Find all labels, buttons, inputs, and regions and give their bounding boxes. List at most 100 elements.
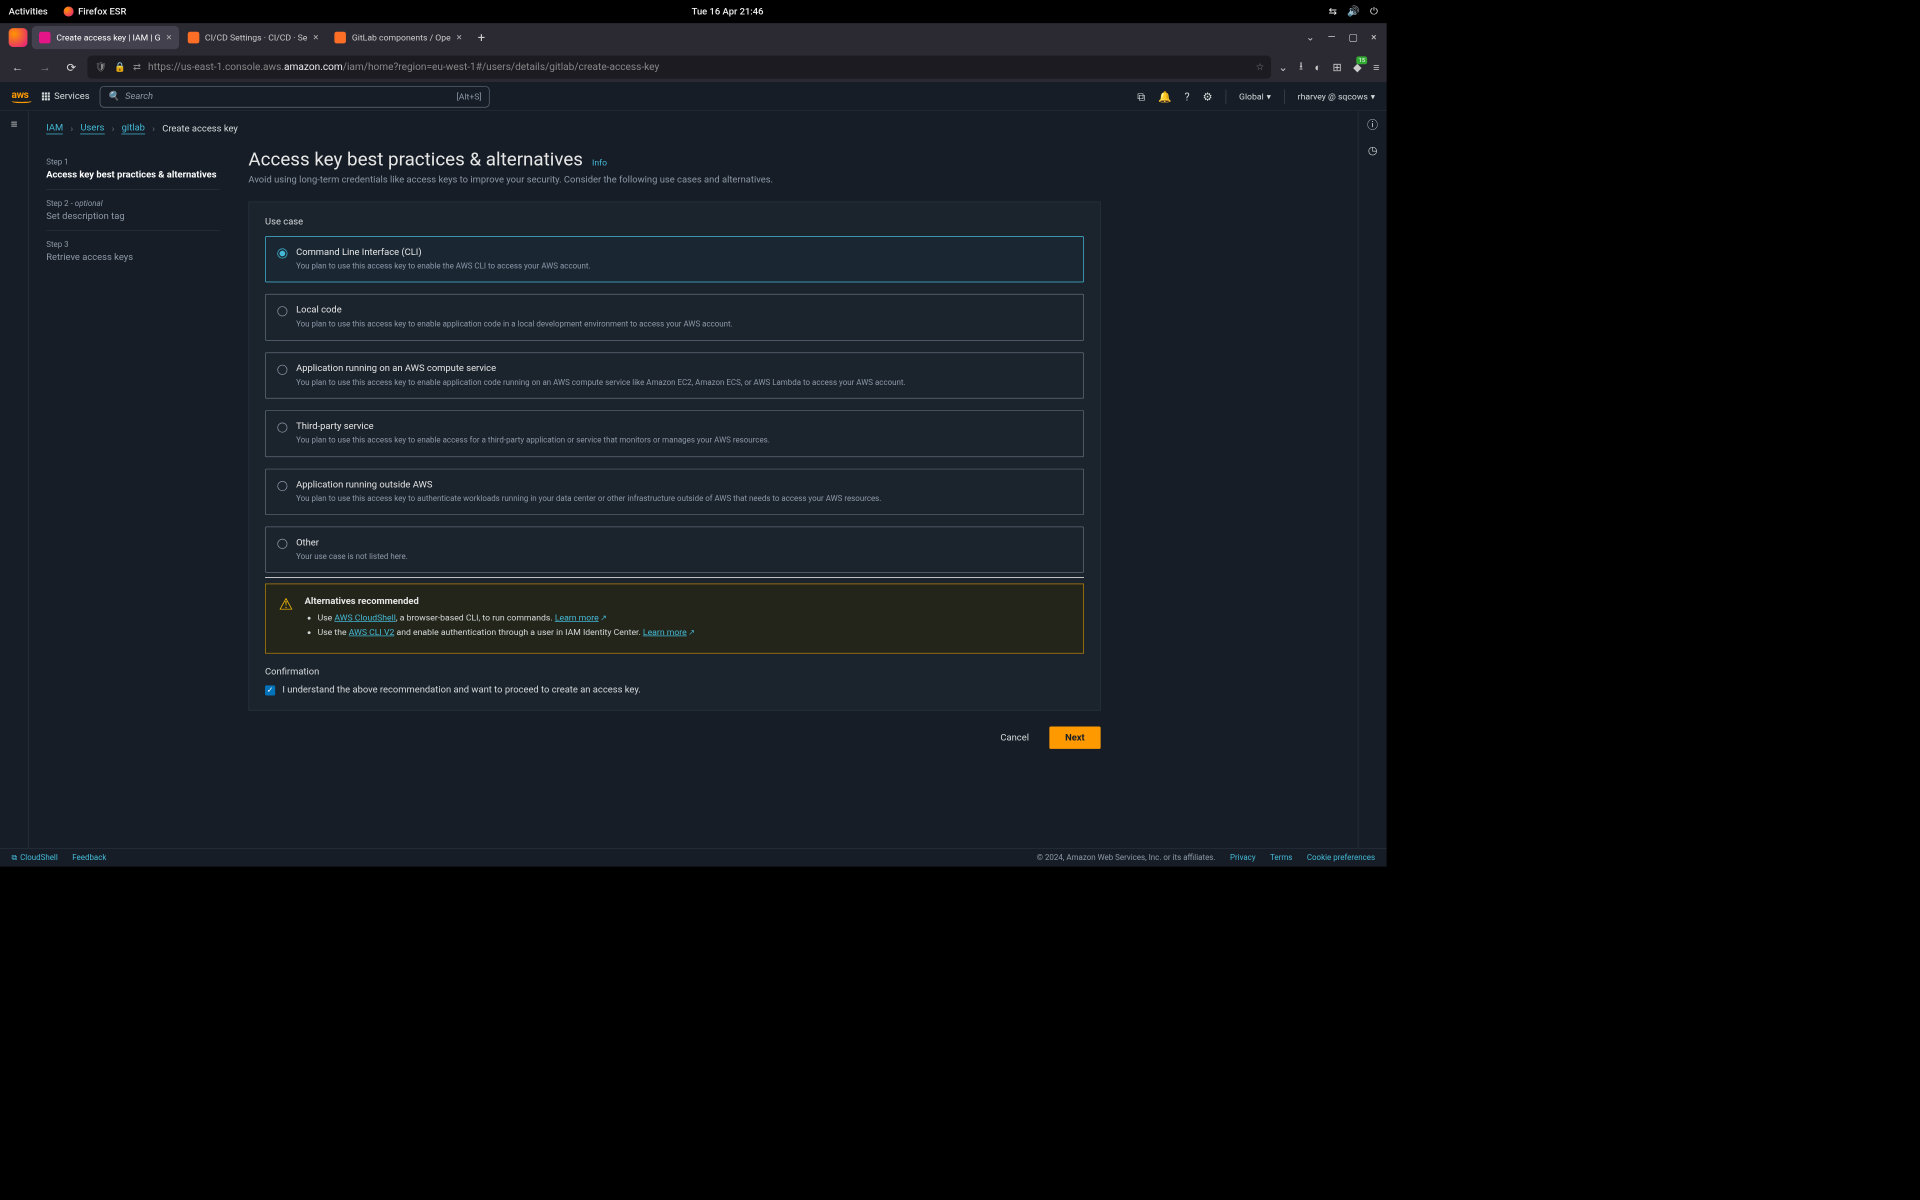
copyright: © 2024, Amazon Web Services, Inc. or its…: [1037, 853, 1216, 862]
back-button[interactable]: ←: [7, 60, 27, 74]
page-title: Access key best practices & alternatives…: [248, 149, 1100, 171]
next-button[interactable]: Next: [1049, 727, 1100, 749]
tabs-dropdown-icon[interactable]: ⌄: [1306, 32, 1314, 44]
usecase-card: Use case Command Line Interface (CLI) Yo…: [248, 201, 1100, 710]
feedback-link[interactable]: Feedback: [72, 853, 106, 862]
gnome-top-bar: Activities Firefox ESR Tue 16 Apr 21:46 …: [0, 0, 1387, 23]
account-menu[interactable]: rharvey @ sqcows ▾: [1298, 91, 1375, 101]
step-1[interactable]: Step 1 Access key best practices & alter…: [46, 149, 219, 190]
clock[interactable]: Tue 16 Apr 21:46: [126, 6, 1328, 17]
radio-cli[interactable]: Command Line Interface (CLI) You plan to…: [265, 236, 1084, 283]
firefox-app-icon: [9, 28, 28, 47]
permissions-icon[interactable]: ⇄: [133, 62, 141, 73]
breadcrumb: IAM › Users › gitlab › Create access key: [29, 111, 1358, 149]
confirmation-label: Confirmation: [265, 667, 1084, 678]
alert-bullet-1: Use AWS CloudShell, a browser-based CLI,…: [318, 613, 695, 623]
radio-dot-icon: [277, 423, 287, 433]
url-text: https://us-east-1.console.aws.amazon.com…: [148, 61, 1248, 73]
power-icon[interactable]: ⏻: [1370, 6, 1378, 18]
cancel-button[interactable]: Cancel: [990, 727, 1039, 749]
radio-dot-icon: [277, 248, 287, 258]
breadcrumb-iam[interactable]: IAM: [46, 123, 63, 135]
cloudshell-icon: ⧉: [12, 853, 18, 863]
breadcrumb-gitlab[interactable]: gitlab: [122, 123, 145, 135]
account-icon[interactable]: ◐: [1314, 61, 1321, 74]
close-window-button[interactable]: ×: [1371, 32, 1376, 44]
new-tab-button[interactable]: +: [471, 30, 493, 45]
confirmation-checkbox[interactable]: ✓ I understand the above recommendation …: [265, 685, 1084, 696]
info-panel-icon[interactable]: ⓘ: [1367, 117, 1378, 132]
help-icon[interactable]: ?: [1184, 90, 1189, 103]
step-2[interactable]: Step 2 - optional Set description tag: [46, 190, 219, 231]
tab-1[interactable]: Create access key | IAM | G ×: [32, 26, 179, 49]
close-tab-icon[interactable]: ×: [456, 32, 461, 44]
alert-bullet-2: Use the AWS CLI V2 and enable authentica…: [318, 627, 695, 637]
aws-footer: ⧉CloudShell Feedback © 2024, Amazon Web …: [0, 848, 1387, 867]
pocket-icon[interactable]: ⌄: [1278, 61, 1287, 74]
aws-header: aws Services 🔍 Search [Alt+S] ⧉ 🔔 ? ⚙ Gl…: [0, 82, 1387, 111]
aws-search-input[interactable]: 🔍 Search [Alt+S]: [100, 86, 490, 108]
radio-other[interactable]: OtherYour use case is not listed here.: [265, 526, 1084, 573]
url-bar[interactable]: 🛡 🔒 ⇄ https://us-east-1.console.aws.amaz…: [88, 56, 1272, 79]
maximize-button[interactable]: ▢: [1349, 32, 1359, 44]
radio-outside-aws[interactable]: Application running outside AWSYou plan …: [265, 468, 1084, 515]
lock-icon[interactable]: 🔒: [114, 62, 126, 73]
volume-icon[interactable]: 🔊: [1347, 6, 1360, 18]
radio-local-code[interactable]: Local codeYou plan to use this access ke…: [265, 294, 1084, 341]
extensions-icon[interactable]: ⊞: [1333, 61, 1342, 74]
settings-icon[interactable]: ⚙: [1203, 90, 1213, 103]
tab-2[interactable]: CI/CD Settings · CI/CD · Se ×: [180, 26, 325, 49]
chevron-right-icon: ›: [70, 123, 73, 134]
terms-link[interactable]: Terms: [1270, 853, 1292, 862]
cloudshell-link[interactable]: AWS CloudShell: [334, 613, 395, 623]
radio-dot-icon: [277, 539, 287, 549]
right-rail: ⓘ ◷: [1358, 111, 1387, 848]
browser-toolbar: ← → ⟳ 🛡 🔒 ⇄ https://us-east-1.console.aw…: [0, 52, 1387, 82]
radio-dot-icon: [277, 365, 287, 375]
reload-button[interactable]: ⟳: [62, 60, 80, 74]
radio-compute-service[interactable]: Application running on an AWS compute se…: [265, 352, 1084, 399]
cloudshell-footer-link[interactable]: ⧉CloudShell: [12, 853, 58, 863]
aws-favicon: [39, 32, 51, 44]
usecase-heading: Use case: [265, 217, 1084, 228]
addon-icon[interactable]: ◆: [1353, 61, 1361, 74]
chevron-right-icon: ›: [112, 123, 115, 134]
privacy-link[interactable]: Privacy: [1230, 853, 1256, 862]
cookie-prefs-link[interactable]: Cookie preferences: [1307, 853, 1375, 862]
tab-3[interactable]: GitLab components / Ope ×: [327, 26, 469, 49]
close-tab-icon[interactable]: ×: [166, 32, 171, 44]
radio-dot-icon: [277, 306, 287, 316]
cloudshell-icon[interactable]: ⧉: [1137, 90, 1145, 103]
radio-dot-icon: [277, 481, 287, 491]
bookmark-icon[interactable]: ☆: [1256, 62, 1264, 73]
activities-button[interactable]: Activities: [9, 6, 48, 17]
external-link-icon: ↗: [600, 613, 607, 622]
step-3[interactable]: Step 3 Retrieve access keys: [46, 231, 219, 271]
nav-toggle[interactable]: ≡: [0, 111, 29, 848]
cli-v2-link[interactable]: AWS CLI V2: [349, 627, 395, 637]
wifi-icon[interactable]: ⇆: [1329, 6, 1337, 18]
alternatives-alert: ⚠ Alternatives recommended Use AWS Cloud…: [265, 584, 1084, 654]
info-link[interactable]: Info: [592, 157, 607, 167]
grid-icon: [42, 92, 50, 100]
learn-more-link[interactable]: Learn more: [643, 627, 687, 637]
browser-tab-bar: Create access key | IAM | G × CI/CD Sett…: [0, 23, 1387, 52]
warning-icon: ⚠: [279, 596, 293, 641]
active-app[interactable]: Firefox ESR: [64, 6, 127, 17]
region-selector[interactable]: Global ▾: [1239, 91, 1271, 101]
forward-button: →: [35, 60, 55, 74]
shield-icon[interactable]: 🛡: [95, 62, 107, 73]
aws-logo[interactable]: aws: [12, 90, 32, 104]
menu-icon[interactable]: ≡: [1373, 61, 1379, 74]
history-icon[interactable]: ◷: [1368, 144, 1377, 157]
downloads-icon[interactable]: ⭳: [1299, 58, 1303, 76]
minimize-button[interactable]: —: [1328, 32, 1336, 44]
radio-third-party[interactable]: Third-party serviceYou plan to use this …: [265, 410, 1084, 457]
services-menu[interactable]: Services: [42, 91, 90, 102]
page-subtitle: Avoid using long-term credentials like a…: [248, 175, 1100, 186]
notifications-icon[interactable]: 🔔: [1158, 90, 1171, 103]
close-tab-icon[interactable]: ×: [313, 32, 318, 44]
learn-more-link[interactable]: Learn more: [555, 613, 599, 623]
gitlab-favicon: [188, 32, 200, 44]
breadcrumb-users[interactable]: Users: [80, 123, 104, 135]
